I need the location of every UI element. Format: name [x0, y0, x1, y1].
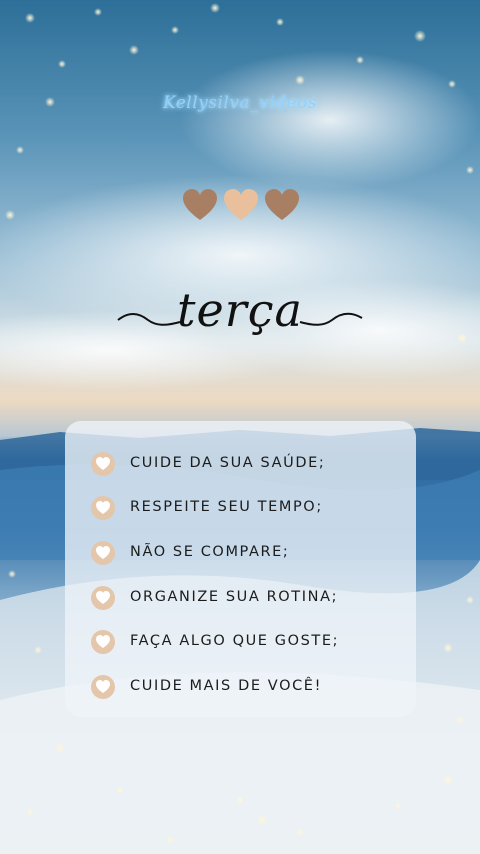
tip-label: CUIDE MAIS DE VOCÊ! [130, 678, 322, 694]
tip-label: NÃO SE COMPARE; [130, 544, 290, 560]
heart-icon [183, 189, 217, 220]
list-item: CUIDE DA SUA SAÚDE; [65, 450, 416, 480]
tip-label: CUIDE DA SUA SAÚDE; [130, 455, 326, 471]
heart-check-icon [91, 630, 115, 654]
tip-label: FAÇA ALGO QUE GOSTE; [130, 633, 340, 649]
list-item: FAÇA ALGO QUE GOSTE; [65, 628, 416, 658]
heart-check-icon [91, 586, 115, 610]
heart-check-icon [91, 496, 115, 520]
watermark-text: Kellysilva_videos [162, 93, 318, 113]
list-item: RESPEITE SEU TEMPO; [65, 494, 416, 524]
heart-check-icon [91, 541, 115, 565]
three-hearts-icon [183, 189, 299, 220]
list-item: ORGANIZE SUA ROTINA; [65, 584, 416, 614]
day-title: terça [177, 283, 303, 337]
tips-card: CUIDE DA SUA SAÚDE; RESPEITE SEU TEMPO; … [65, 421, 416, 717]
heart-icon [265, 189, 299, 220]
heart-icon [224, 189, 258, 220]
heart-check-icon [91, 675, 115, 699]
heart-check-icon [91, 452, 115, 476]
tip-label: RESPEITE SEU TEMPO; [130, 499, 323, 515]
list-item: NÃO SE COMPARE; [65, 539, 416, 569]
tip-label: ORGANIZE SUA ROTINA; [130, 589, 339, 605]
list-item: CUIDE MAIS DE VOCÊ! [65, 673, 416, 703]
story-screen: Kellysilva_videos terça CUIDE DA SUA SAÚ… [0, 0, 480, 854]
